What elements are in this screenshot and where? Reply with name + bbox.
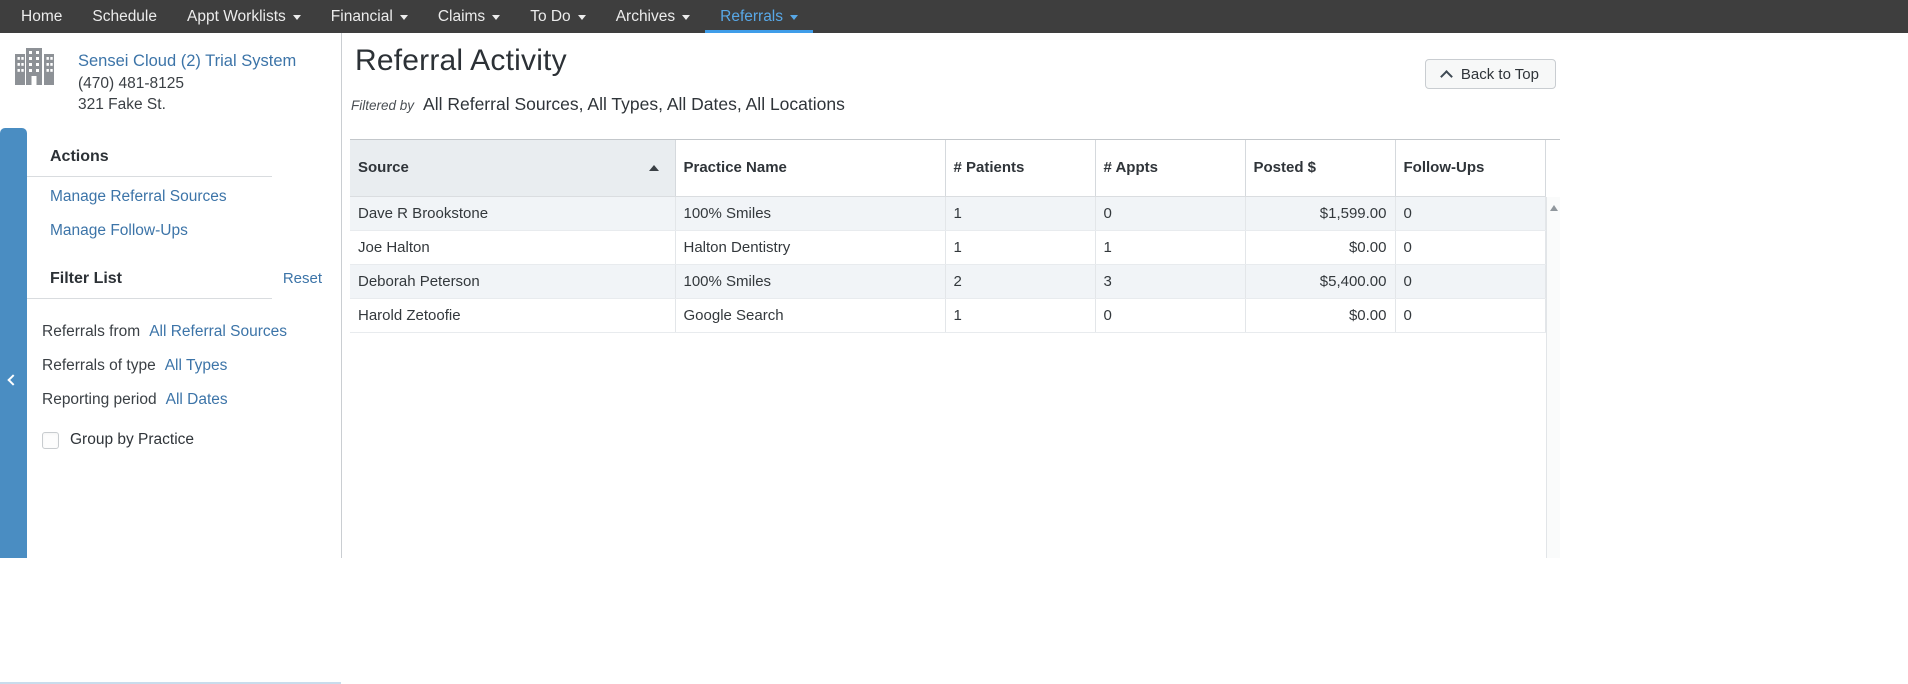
cell-practice: 100% Smiles [675,264,946,299]
chevron-down-icon [492,15,501,20]
nav-appt-worklists[interactable]: Appt Worklists [172,0,316,33]
referral-sources-filter-link[interactable]: All Referral Sources [149,323,287,341]
chevron-down-icon [399,15,408,20]
cell-appts: 0 [1095,196,1246,231]
filter-referrals-from: Referrals from All Referral Sources [42,323,288,341]
nav-home[interactable]: Home [6,0,77,33]
table-row[interactable]: Dave R Brookstone 100% Smiles 1 0 $1,599… [350,196,1546,231]
filtered-by-label: Filtered by [351,98,415,113]
cell-patients: 1 [945,196,1096,231]
manage-follow-ups-link[interactable]: Manage Follow-Ups [50,222,188,240]
practice-address: 321 Fake St. [78,96,166,113]
cell-posted: $5,400.00 [1245,264,1396,299]
nav-referrals-active[interactable]: Referrals [705,0,814,33]
filter-list-heading: Filter List [50,270,123,287]
chevron-left-icon [7,374,19,386]
table-row[interactable]: Joe Halton Halton Dentistry 1 1 $0.00 0 [350,230,1546,265]
group-by-practice-row: Group by Practice [42,431,341,449]
reset-filters-link[interactable]: Reset [283,270,322,287]
cell-patients: 1 [945,230,1096,265]
table-row[interactable]: Harold Zetoofie Google Search 1 0 $0.00 … [350,298,1546,333]
practice-phone: (470) 481-8125 [78,74,184,92]
group-by-practice-label: Group by Practice [70,431,195,448]
scroll-up-icon[interactable] [1549,205,1558,211]
divider [0,176,272,177]
table-row[interactable]: Deborah Peterson 100% Smiles 2 3 $5,400.… [350,264,1546,299]
nav-claims[interactable]: Claims [423,0,515,33]
referral-activity-table: Source Practice Name # Patients # Appts … [350,139,1560,558]
cell-appts: 3 [1095,264,1246,299]
actions-heading: Actions [50,148,109,165]
filter-summary-row: Filtered by All Referral Sources, All Ty… [351,94,845,115]
practice-name-link[interactable]: Sensei Cloud (2) Trial System [78,51,296,73]
sidebar-collapse-strip[interactable] [0,128,27,558]
divider [0,298,272,299]
chevron-down-icon [682,15,691,20]
table-header-row: Source Practice Name # Patients # Appts … [350,140,1546,197]
cell-posted: $0.00 [1245,230,1396,265]
group-by-practice-checkbox[interactable] [42,431,59,449]
practice-building-icon [12,47,56,90]
panel-divider [341,33,342,558]
reporting-period-filter-link[interactable]: All Dates [166,391,228,409]
cell-patients: 2 [945,264,1096,299]
column-header-practice-name[interactable]: Practice Name [675,140,946,197]
chevron-down-icon [292,15,301,20]
sidebar: Actions Manage Referral Sources Manage F… [0,128,341,684]
column-header-posted[interactable]: Posted $ [1245,140,1396,197]
nav-financial[interactable]: Financial [316,0,423,33]
cell-practice: 100% Smiles [675,196,946,231]
cell-follow-ups: 0 [1395,230,1546,265]
cell-follow-ups: 0 [1395,264,1546,299]
column-header-follow-ups[interactable]: Follow-Ups [1395,140,1546,197]
filter-reporting-period: Reporting period All Dates [42,391,228,409]
nav-schedule[interactable]: Schedule [77,0,172,33]
cell-appts: 0 [1095,298,1246,333]
cell-practice: Google Search [675,298,946,333]
cell-posted: $1,599.00 [1245,196,1396,231]
manage-referral-sources-link[interactable]: Manage Referral Sources [50,188,227,206]
column-header-num-appts[interactable]: # Appts [1095,140,1246,197]
chevron-down-icon [577,15,586,20]
filtered-by-values: All Referral Sources, All Types, All Dat… [423,94,845,114]
table-scrollbar[interactable] [1546,197,1560,558]
referral-types-filter-link[interactable]: All Types [165,357,228,375]
practice-info: Sensei Cloud (2) Trial System (470) 481-… [78,51,296,116]
filter-referral-type: Referrals of type All Types [42,357,228,375]
cell-practice: Halton Dentistry [675,230,946,265]
nav-archives[interactable]: Archives [601,0,705,33]
cell-posted: $0.00 [1245,298,1396,333]
chevron-up-icon [1440,69,1453,83]
back-to-top-button[interactable]: Back to Top [1424,59,1556,89]
cell-appts: 1 [1095,230,1246,265]
cell-source: Dave R Brookstone [350,196,676,231]
cell-source: Harold Zetoofie [350,298,676,333]
sort-ascending-icon [648,164,659,171]
cell-follow-ups: 0 [1395,196,1546,231]
column-header-num-patients[interactable]: # Patients [945,140,1096,197]
top-nav: Home Schedule Appt Worklists Financial C… [0,0,1908,33]
cell-follow-ups: 0 [1395,298,1546,333]
nav-to-do[interactable]: To Do [515,0,601,33]
cell-source: Deborah Peterson [350,264,676,299]
cell-patients: 1 [945,298,1096,333]
column-header-source[interactable]: Source [350,140,676,197]
page-title: Referral Activity [355,44,567,77]
chevron-down-icon [790,15,799,20]
cell-source: Joe Halton [350,230,676,265]
